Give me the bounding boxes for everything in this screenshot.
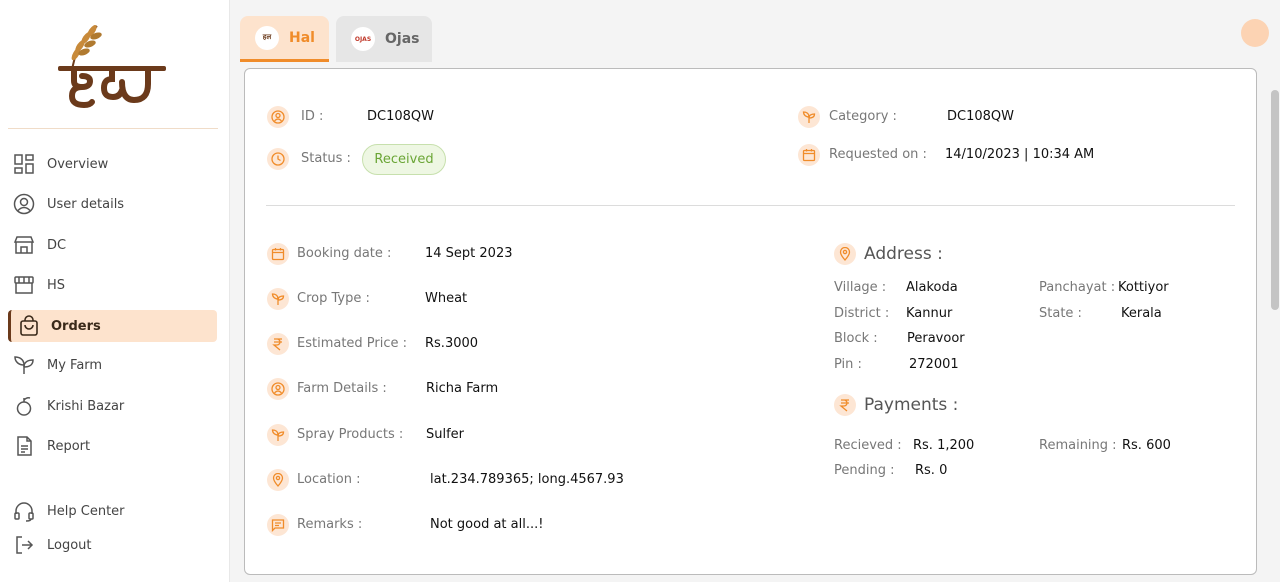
- section-divider: [266, 205, 1235, 206]
- panchayat-label: Panchayat :: [1039, 280, 1116, 295]
- remaining-label: Remaining :: [1039, 438, 1117, 453]
- status-label: Status :: [301, 151, 351, 166]
- rupee-icon: [267, 333, 289, 355]
- location-pin-icon: [267, 469, 289, 491]
- sidebar-item-label: HS: [47, 277, 66, 293]
- estimated-price-label: Estimated Price :: [297, 336, 408, 351]
- sidebar-item-krishi-bazar[interactable]: Krishi Bazar: [8, 390, 217, 422]
- district-label: District :: [834, 306, 890, 321]
- state-value: Kerala: [1121, 306, 1162, 321]
- pin-label: Pin :: [834, 357, 862, 372]
- spray-products-label: Spray Products :: [297, 427, 404, 442]
- sidebar: Overview User details DC HS Orders My Fa…: [0, 0, 230, 582]
- sidebar-item-label: Report: [47, 438, 91, 454]
- sidebar-item-report[interactable]: Report: [8, 430, 217, 462]
- requested-value: 14/10/2023 | 10:34 AM: [945, 147, 1095, 162]
- sidebar-item-label: Logout: [47, 537, 92, 553]
- spray-products-value: Sulfer: [426, 427, 465, 442]
- sidebar-item-label: User details: [47, 196, 125, 212]
- sidebar-item-label: Orders: [51, 318, 101, 334]
- tab-label: Hal: [289, 29, 315, 46]
- category-value: DC108QW: [947, 109, 1014, 124]
- user-circle-icon: [12, 192, 36, 216]
- village-label: Village :: [834, 280, 887, 295]
- pending-value: Rs. 0: [915, 463, 948, 478]
- sidebar-item-help-center[interactable]: Help Center: [8, 495, 217, 527]
- shop-icon: [12, 273, 36, 297]
- sidebar-item-dc[interactable]: DC: [8, 229, 217, 261]
- grid-icon: [12, 152, 36, 176]
- apple-icon: [12, 394, 36, 418]
- pin-value: 272001: [909, 357, 959, 372]
- sprout-icon: [798, 106, 820, 128]
- user-avatar[interactable]: [1241, 19, 1269, 47]
- status-badge: Received: [362, 144, 446, 175]
- farm-details-label: Farm Details :: [297, 381, 387, 396]
- user-circle-icon: [267, 106, 289, 128]
- remarks-label: Remarks :: [297, 517, 363, 532]
- farm-details-value: Richa Farm: [426, 381, 499, 396]
- estimated-price-value: Rs.3000: [425, 336, 479, 351]
- hal-badge-icon: हल: [255, 25, 279, 50]
- sidebar-item-overview[interactable]: Overview: [8, 148, 217, 180]
- logo-divider: [8, 128, 218, 129]
- scrollbar-thumb[interactable]: [1271, 90, 1279, 310]
- sprout-icon: [12, 353, 36, 377]
- block-label: Block :: [834, 331, 878, 346]
- headphones-icon: [12, 499, 36, 523]
- sidebar-item-orders[interactable]: Orders: [8, 310, 217, 342]
- panchayat-value: Kottiyor: [1118, 280, 1169, 295]
- sidebar-item-user-details[interactable]: User details: [8, 188, 217, 220]
- sidebar-item-label: DC: [47, 237, 67, 253]
- location-pin-icon: [834, 243, 856, 265]
- sidebar-item-logout[interactable]: Logout: [8, 529, 217, 561]
- sidebar-item-label: Help Center: [47, 503, 125, 519]
- state-label: State :: [1039, 306, 1082, 321]
- clock-icon: [267, 148, 289, 170]
- sprout-icon: [267, 288, 289, 310]
- location-value: lat.234.789365; long.4567.93: [430, 472, 624, 487]
- sprout-icon: [267, 424, 289, 446]
- received-label: Recieved :: [834, 438, 902, 453]
- document-icon: [12, 434, 36, 458]
- booking-date-label: Booking date :: [297, 246, 392, 261]
- requested-label: Requested on :: [829, 147, 927, 162]
- crop-type-value: Wheat: [425, 291, 468, 306]
- sidebar-item-label: Overview: [47, 156, 109, 172]
- shopping-bag-icon: [17, 314, 41, 338]
- payments-title: Payments :: [864, 395, 959, 415]
- block-value: Peravoor: [907, 331, 965, 346]
- tab-ojas[interactable]: OJAS Ojas: [336, 16, 432, 62]
- district-value: Kannur: [906, 306, 953, 321]
- id-label: ID :: [301, 109, 324, 124]
- village-value: Alakoda: [906, 280, 958, 295]
- store-icon: [12, 233, 36, 257]
- received-value: Rs. 1,200: [913, 438, 975, 453]
- calendar-icon: [267, 243, 289, 265]
- remaining-value: Rs. 600: [1122, 438, 1171, 453]
- address-title: Address :: [864, 244, 943, 264]
- hal-logo-icon: [52, 22, 172, 112]
- sidebar-item-label: Krishi Bazar: [47, 398, 125, 414]
- calendar-icon: [798, 144, 820, 166]
- logout-icon: [12, 533, 36, 557]
- remarks-value: Not good at all...!: [430, 517, 544, 532]
- booking-date-value: 14 Sept 2023: [425, 246, 513, 261]
- sidebar-item-label: My Farm: [47, 357, 103, 373]
- tab-hal[interactable]: हल Hal: [240, 16, 329, 62]
- category-label: Category :: [829, 109, 897, 124]
- rupee-icon: [834, 394, 856, 416]
- sidebar-item-hs[interactable]: HS: [8, 269, 217, 301]
- ojas-badge-icon: OJAS: [351, 27, 375, 51]
- tab-label: Ojas: [385, 31, 420, 47]
- crop-type-label: Crop Type :: [297, 291, 370, 306]
- pending-label: Pending :: [834, 463, 895, 478]
- chat-icon: [267, 514, 289, 536]
- id-value: DC108QW: [367, 109, 434, 124]
- sidebar-item-my-farm[interactable]: My Farm: [8, 349, 217, 381]
- user-circle-icon: [267, 378, 289, 400]
- location-label: Location :: [297, 472, 361, 487]
